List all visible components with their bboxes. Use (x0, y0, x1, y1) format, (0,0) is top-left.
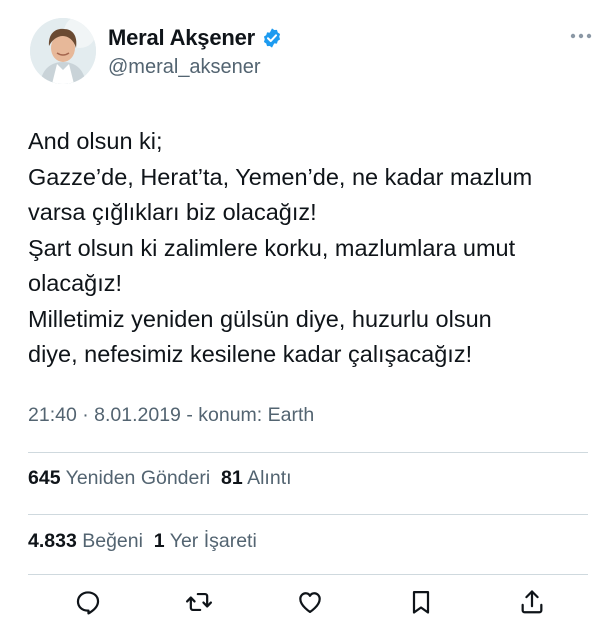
author-name[interactable]: Meral Akşener (108, 25, 255, 51)
tweet-line: Milletimiz yeniden gülsün diye, huzurlu … (28, 305, 492, 332)
quotes-label: Alıntı (247, 467, 292, 489)
tweet-line: And olsun ki; (28, 128, 163, 154)
bookmark-icon (412, 590, 430, 614)
likes-count: 4.833 (28, 530, 77, 552)
tweet-line: Şart olsun ki zalimlere korku, mazlumlar… (28, 234, 516, 261)
share-button[interactable] (514, 584, 550, 620)
tweet-text: And olsun ki; Gazze’de, Herat’ta, Yemen’… (28, 124, 598, 373)
verified-badge-icon (263, 28, 281, 48)
tweet-line: varsa çığlıkları biz olacağız! (28, 199, 317, 225)
tweet-meta: 21:40 · 8.01.2019 - konum: Earth (28, 404, 314, 427)
tweet-line: Gazze’de, Herat’ta, Yemen’de, ne kadar m… (28, 163, 533, 190)
quotes-stat[interactable]: 81 Alıntı (221, 467, 291, 489)
tweet-time[interactable]: 21:40 (28, 404, 77, 426)
tweet-line: olacağız! (28, 270, 123, 296)
retweet-button[interactable] (181, 584, 217, 620)
retweet-icon (185, 592, 213, 612)
meta-separator: · (82, 404, 89, 426)
stats-row-reposts: 645 Yeniden Gönderi 81 Alıntı (28, 467, 292, 490)
share-icon (521, 590, 543, 614)
action-bar (28, 584, 588, 620)
bookmarks-stat[interactable]: 1 Yer İşareti (154, 530, 257, 552)
like-icon (299, 592, 321, 614)
reply-icon (76, 591, 100, 615)
retweets-count: 645 (28, 467, 61, 489)
tweet-card: Meral Akşener @meral_aksener And olsun k… (0, 0, 616, 629)
tweet-date[interactable]: 8.01.2019 (94, 404, 181, 426)
tweet-location: konum: Earth (198, 404, 315, 426)
divider (28, 574, 588, 575)
divider (28, 452, 588, 453)
bookmark-button[interactable] (403, 584, 439, 620)
meta-dash: - (186, 404, 193, 426)
more-options-icon[interactable] (566, 26, 596, 46)
reply-button[interactable] (70, 584, 106, 620)
retweets-label: Yeniden Gönderi (65, 467, 211, 489)
quotes-count: 81 (221, 467, 243, 489)
avatar[interactable] (30, 18, 96, 84)
like-button[interactable] (292, 584, 328, 620)
bookmarks-count: 1 (153, 530, 165, 552)
bookmarks-label: Yer İşareti (169, 530, 257, 552)
tweet-header: Meral Akşener @meral_aksener (28, 16, 608, 86)
tweet-line: diye, nefesimiz kesilene kadar çalışacağ… (28, 341, 473, 367)
author-name-row: Meral Akşener (108, 24, 283, 52)
divider (28, 514, 588, 515)
stats-row-likes: 4.833 Beğeni 1 Yer İşareti (28, 530, 257, 553)
likes-label: Beğeni (82, 530, 143, 552)
likes-stat[interactable]: 4.833 Beğeni (28, 530, 143, 552)
avatar-image (30, 18, 96, 84)
author-handle[interactable]: @meral_aksener (108, 56, 261, 79)
retweets-stat[interactable]: 645 Yeniden Gönderi (28, 467, 210, 489)
